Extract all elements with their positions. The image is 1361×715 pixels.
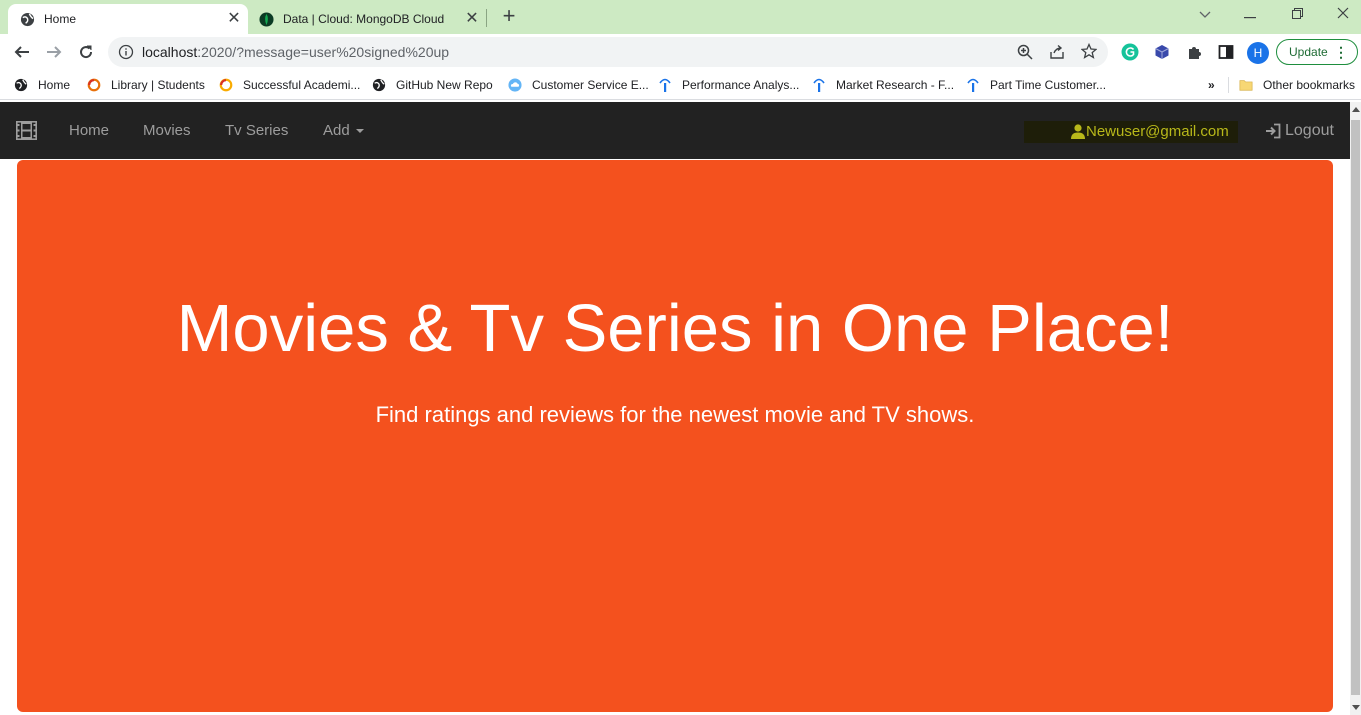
bookmark-label: Market Research - F... [836,78,955,92]
reload-icon[interactable] [72,38,100,66]
grammarly-extension-icon[interactable] [1116,38,1144,66]
bookmark-library-students[interactable]: Library | Students [87,76,205,94]
more-bookmarks-chevron[interactable]: » [1208,76,1215,94]
cloud-icon [508,78,522,92]
ring-icon [219,78,233,92]
tab-divider [486,9,487,27]
bookmark-market-research[interactable]: Market Research - F... [812,76,954,94]
bookmark-i-icon [658,78,672,92]
nav-home[interactable]: Home [69,122,109,139]
user-icon [1071,124,1085,146]
bookmark-label: Customer Service E... [532,78,649,92]
bookmark-label: Performance Analys... [682,78,800,92]
more-vertical-icon[interactable]: ⋮ [1334,40,1348,64]
logout-link[interactable]: Logout [1265,122,1334,140]
nav-tv-series[interactable]: Tv Series [225,122,288,139]
close-icon[interactable]: ✕ [464,11,480,27]
bookmarks-bar: Home Library | Students Successful Acade… [0,70,1361,100]
globe-icon [14,78,28,92]
url-path: :2020/?message=user%20signed%20up [197,44,450,60]
close-icon[interactable]: ✕ [226,11,242,27]
bookmark-github-new-repo[interactable]: GitHub New Repo [372,76,493,94]
update-button[interactable]: Update ⋮ [1276,39,1358,65]
bookmark-label: Other bookmarks [1263,78,1356,92]
url-text: localhost:2020/?message=user%20signed%20… [142,44,449,60]
bookmark-i-icon [812,78,826,92]
tab-mongodb[interactable]: Data | Cloud: MongoDB Cloud ✕ [250,4,486,34]
user-account-link[interactable]: Newuser@gmail.com [1024,121,1238,143]
scroll-up-arrow-icon[interactable] [1352,107,1360,112]
minimize-icon[interactable] [1238,4,1262,26]
browser-toolbar: localhost:2020/?message=user%20signed%20… [0,34,1361,70]
globe-icon [372,78,386,92]
bookmark-label: Home [38,78,71,92]
bookmark-label: GitHub New Repo [396,78,493,92]
log-in-icon [1265,123,1281,139]
other-bookmarks[interactable]: Other bookmarks [1239,76,1355,94]
page-scrollbar[interactable] [1350,102,1361,715]
bookmark-customer-service[interactable]: Customer Service E... [508,76,649,94]
address-bar[interactable]: localhost:2020/?message=user%20signed%20… [108,37,1108,67]
profile-avatar[interactable]: H [1247,42,1269,64]
hero-title: Movies & Tv Series in One Place! [176,291,1174,366]
url-host: localhost [142,44,198,60]
scroll-down-arrow-icon[interactable] [1352,705,1360,710]
scrollbar-thumb[interactable] [1351,120,1360,695]
ring-icon [87,78,101,92]
logout-label: Logout [1285,122,1334,139]
zoom-icon[interactable] [1017,44,1033,63]
hero-jumbotron: Movies & Tv Series in One Place! Find ra… [17,160,1333,712]
bookmark-label: Successful Academi... [243,78,361,92]
bookmarks-divider [1228,77,1229,93]
new-tab-plus-icon[interactable]: + [499,5,519,27]
window-close-icon[interactable] [1331,4,1355,26]
restore-icon[interactable] [1285,4,1309,26]
mongodb-leaf-icon [259,11,274,27]
back-arrow-icon[interactable] [8,38,36,66]
folder-icon [1239,78,1253,92]
film-icon[interactable] [16,121,37,145]
bookmark-successful-academic[interactable]: Successful Academi... [219,76,360,94]
side-panel-icon[interactable] [1212,38,1240,66]
tab-home[interactable]: Home ✕ [8,4,248,34]
bookmark-label: Library | Students [111,78,205,92]
user-email: Newuser@gmail.com [1086,123,1229,140]
bookmark-star-icon[interactable] [1080,42,1098,62]
bookmark-i-icon [966,78,980,92]
nav-add-dropdown[interactable]: Add [323,122,364,139]
bookmark-label: Part Time Customer... [990,78,1107,92]
bookmark-home[interactable]: Home [14,76,70,94]
update-label: Update [1289,45,1328,59]
bookmark-performance-analysis[interactable]: Performance Analys... [658,76,799,94]
browser-tab-strip: Home ✕ Data | Cloud: MongoDB Cloud ✕ + [0,0,1361,34]
cube-extension-icon[interactable] [1148,38,1176,66]
bookmark-part-time-customer[interactable]: Part Time Customer... [966,76,1106,94]
extensions-puzzle-icon[interactable] [1180,38,1208,66]
site-info-icon[interactable] [118,44,134,60]
hero-subtitle: Find ratings and reviews for the newest … [375,402,975,427]
tab-search-chevron-icon[interactable] [1193,4,1217,26]
forward-arrow-icon[interactable] [40,38,68,66]
caret-down-icon [355,129,364,134]
nav-movies[interactable]: Movies [143,122,191,139]
globe-icon [20,12,35,27]
share-icon[interactable] [1049,44,1065,63]
nav-add-label: Add [323,122,350,139]
tab-label: Home [44,12,77,26]
tab-label: Data | Cloud: MongoDB Cloud [283,12,445,26]
site-navbar: Home Movies Tv Series Add Newuser@gmail.… [0,102,1350,159]
